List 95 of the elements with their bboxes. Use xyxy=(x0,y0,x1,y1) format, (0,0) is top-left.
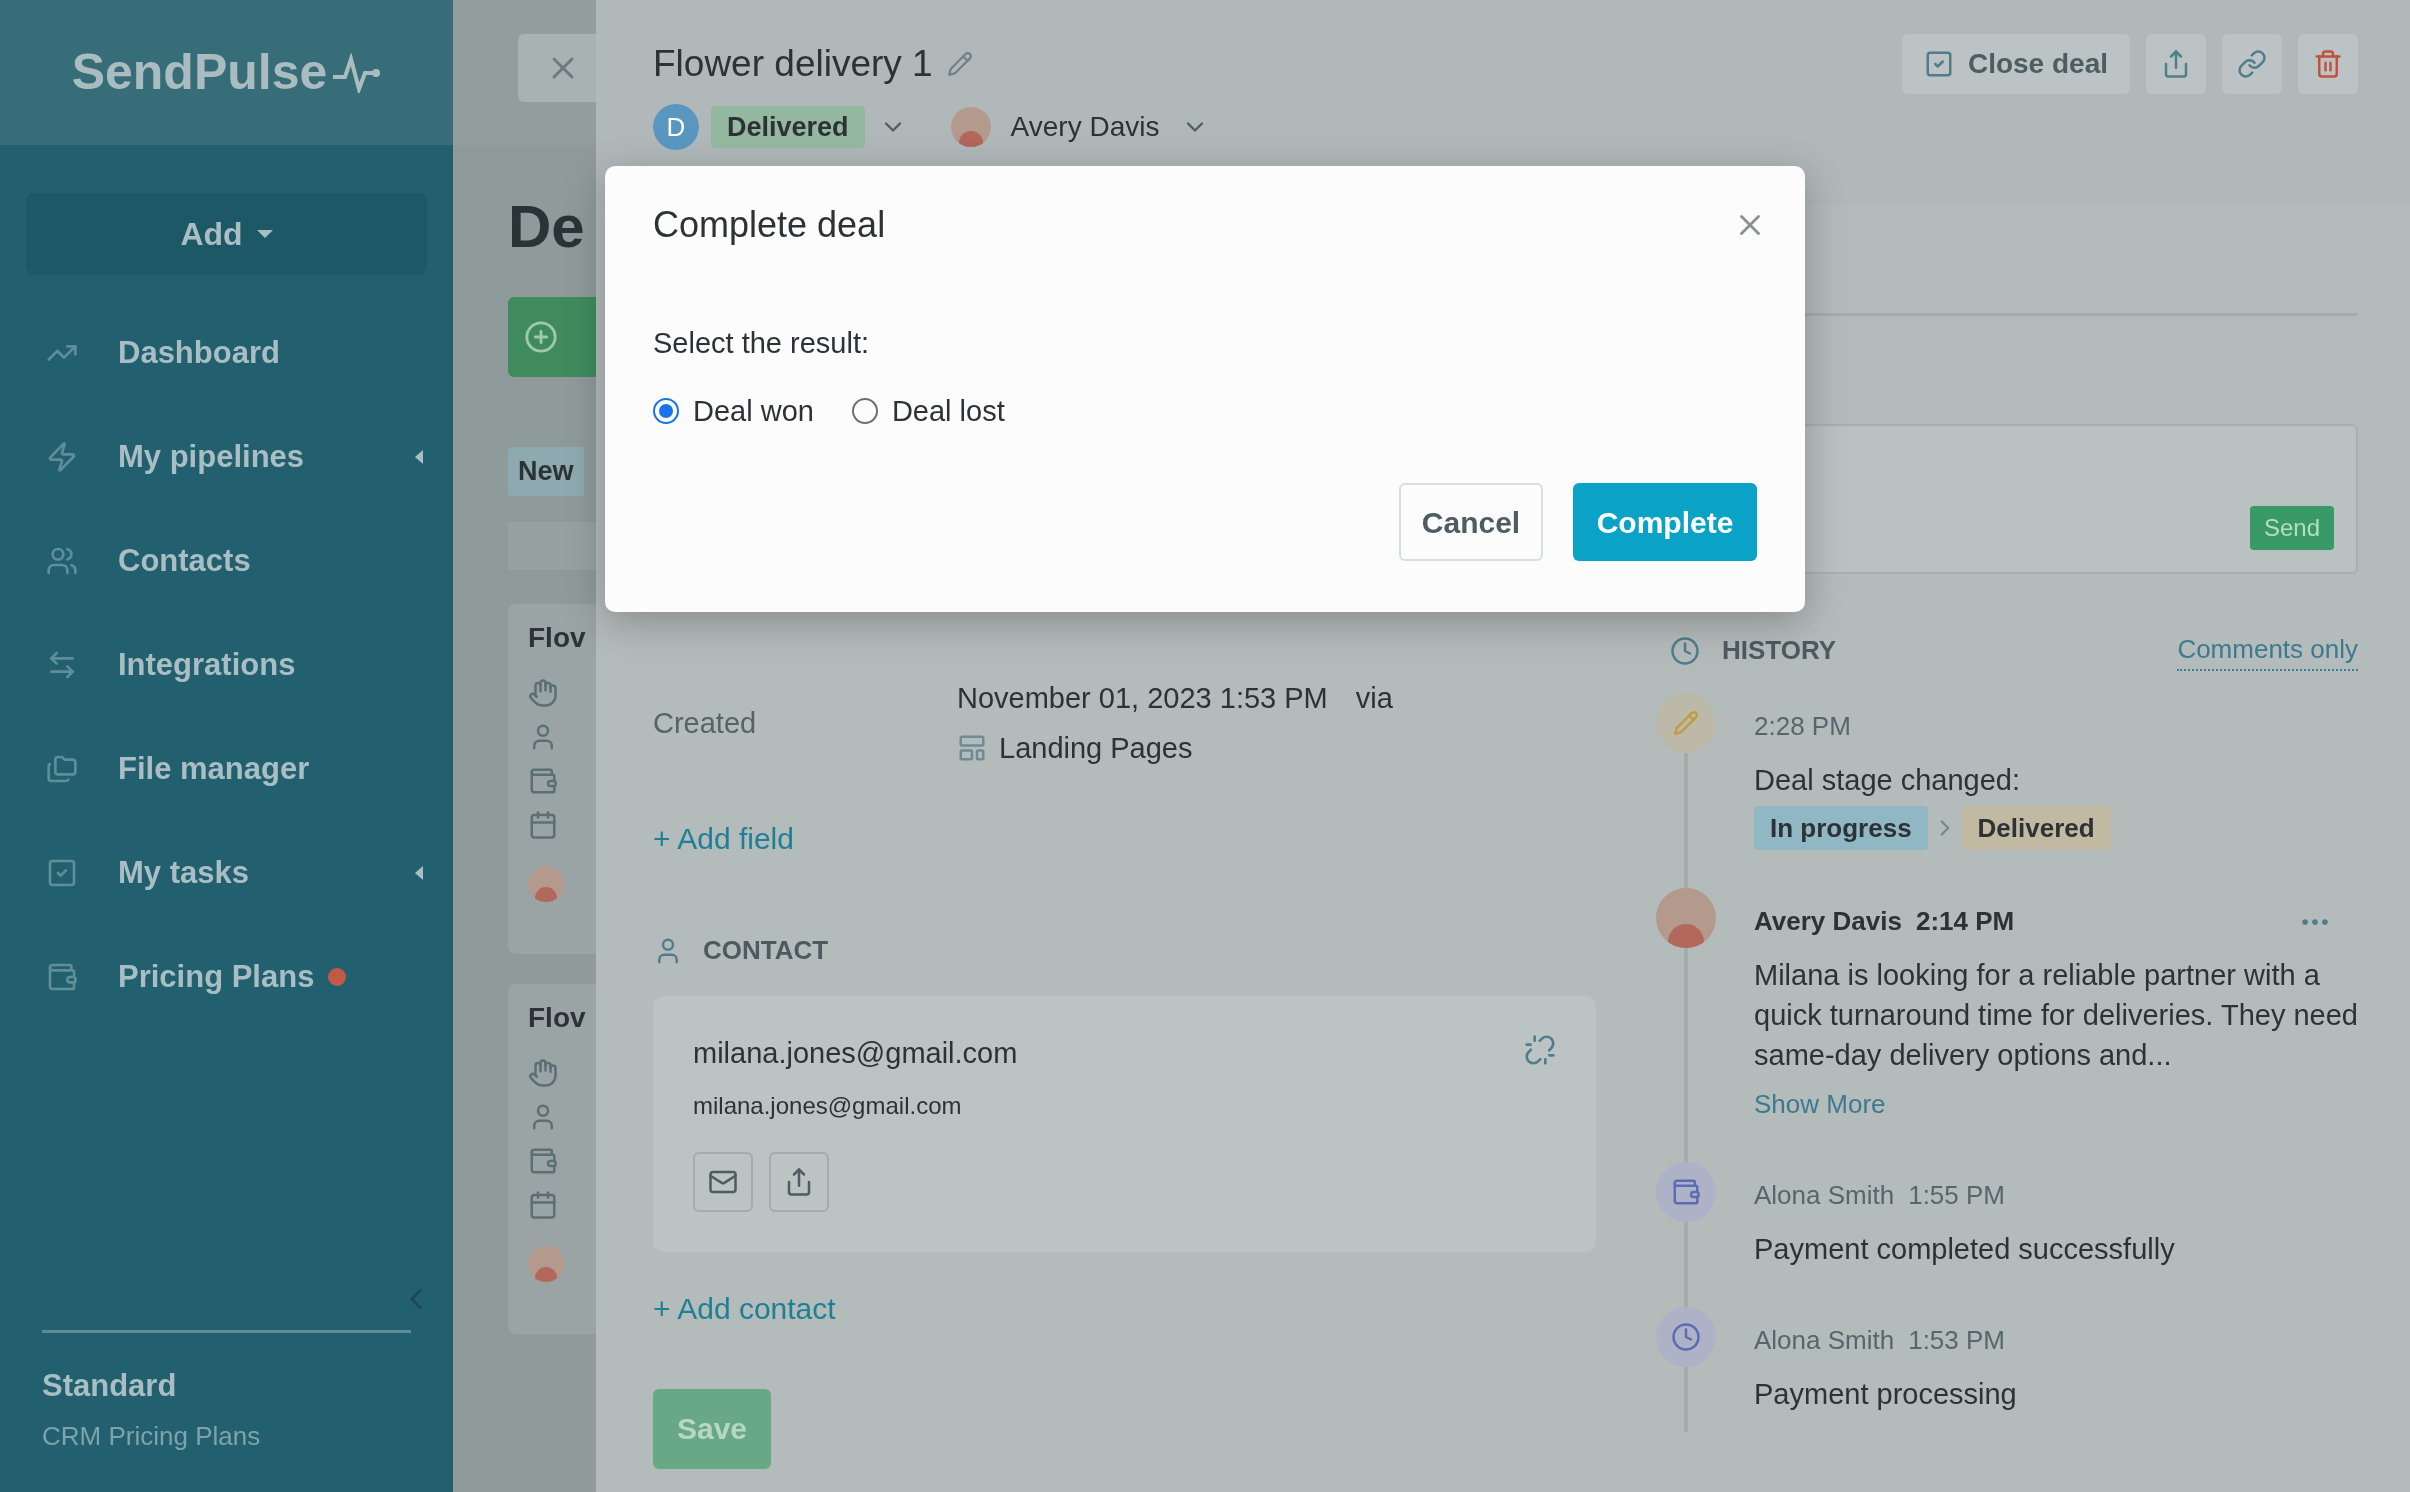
radio-icon xyxy=(653,398,679,425)
nav-label: My pipelines xyxy=(118,437,305,476)
logo: SendPulse xyxy=(71,43,328,102)
nav-label: My tasks xyxy=(118,853,249,892)
dialog-title: Complete deal xyxy=(653,203,886,247)
pencil-icon xyxy=(1673,710,1699,736)
deal-card[interactable]: Flov xyxy=(508,983,596,1334)
close-button[interactable] xyxy=(518,34,596,102)
result-radio[interactable]: Deal lost xyxy=(851,389,1005,433)
add-contact-link[interactable]: + Add contact xyxy=(653,1285,836,1331)
complete-button[interactable]: Complete xyxy=(1573,483,1757,561)
calendar-icon xyxy=(528,1189,558,1220)
dialog-prompt: Select the result: xyxy=(653,326,870,361)
link-icon xyxy=(2237,49,2267,79)
deal-card[interactable]: Flov xyxy=(508,603,596,954)
nav-label: Pricing Plans xyxy=(118,957,315,996)
stage-dropdown[interactable]: Delivered xyxy=(711,106,865,148)
avatar xyxy=(1656,888,1716,948)
stage-tag: In progress xyxy=(1754,806,1928,850)
event-text: Deal stage changed: xyxy=(1754,763,2022,798)
hand-icon xyxy=(528,1057,558,1088)
show-more-link[interactable]: Show More xyxy=(1754,1085,1886,1124)
deal-title: Flower delivery 1 xyxy=(653,42,933,87)
event-text: Payment completed successfully xyxy=(1754,1232,2176,1267)
plan-name: Standard xyxy=(42,1366,178,1405)
nav-label: Dashboard xyxy=(118,333,280,372)
email-button[interactable] xyxy=(693,1151,753,1212)
field-label: Created xyxy=(653,705,758,741)
contact-email: milana.jones@gmail.com xyxy=(693,1090,963,1121)
avatar xyxy=(528,865,564,902)
add-field-link[interactable]: + Add field xyxy=(653,816,794,861)
pulse-icon xyxy=(331,52,382,93)
event-text: Payment processing xyxy=(1754,1377,2018,1412)
nav-item[interactable]: My tasks xyxy=(0,821,453,925)
clock-icon xyxy=(1670,635,1700,666)
contact-name[interactable]: milana.jones@gmail.com xyxy=(693,1032,1556,1076)
comment-author: Avery Davis xyxy=(1754,905,1902,938)
event-time: 2:28 PM xyxy=(1754,710,1851,743)
people-icon xyxy=(46,545,78,577)
calendar-icon xyxy=(528,809,558,840)
add-deal-button[interactable] xyxy=(508,297,596,377)
share-button[interactable] xyxy=(769,1151,829,1212)
folder-icon xyxy=(46,753,78,785)
plan-subtitle: CRM Pricing Plans xyxy=(42,1420,262,1453)
plus-icon xyxy=(524,320,558,354)
owner-name[interactable]: Avery Davis xyxy=(1010,106,1160,148)
nav-item[interactable]: Integrations xyxy=(0,613,453,717)
stage-tab[interactable]: New xyxy=(508,447,584,496)
stage-initial: D xyxy=(653,104,699,150)
section-heading: HISTORY xyxy=(1722,634,1837,667)
nav-label: File manager xyxy=(118,749,310,788)
lightning-icon xyxy=(46,441,78,473)
event-author: Alona Smith xyxy=(1754,1179,1895,1212)
section-heading: CONTACT xyxy=(703,934,829,967)
via-label: via xyxy=(1355,681,1393,716)
nav-item[interactable]: Contacts xyxy=(0,509,453,613)
card-title: Flov xyxy=(528,623,587,652)
radio-icon xyxy=(851,398,878,425)
clock-icon xyxy=(1671,1322,1701,1352)
result-radio[interactable]: Deal won xyxy=(653,389,814,433)
nav-label: Integrations xyxy=(118,645,296,684)
landing-page-icon xyxy=(957,733,987,764)
close-deal-button[interactable]: Close deal xyxy=(1901,34,2130,94)
event-author: Alona Smith xyxy=(1754,1324,1895,1357)
trash-icon xyxy=(2313,49,2343,79)
add-button[interactable]: Add xyxy=(26,193,427,275)
link-button[interactable] xyxy=(2222,34,2282,94)
source-label: Landing Pages xyxy=(999,730,1193,766)
nav-label: Contacts xyxy=(118,541,251,580)
event-time: 1:55 PM xyxy=(1908,1179,2005,1212)
card-title: Flov xyxy=(528,1003,587,1032)
nav-item[interactable]: Dashboard xyxy=(0,301,453,405)
caret-icon xyxy=(256,230,273,238)
avatar xyxy=(528,1245,564,1282)
nav-item[interactable]: File manager xyxy=(0,717,453,821)
event-text: Milana is looking for a reliable partner with a quick turnaround time for deliveries. They need same-day delivery options and... xyxy=(1754,958,2358,1073)
event-time: 1:53 PM xyxy=(1908,1324,2005,1357)
stage-tag: Delivered xyxy=(1961,806,2111,850)
comments-filter-link[interactable]: Comments only xyxy=(2177,630,2358,671)
unlink-icon[interactable] xyxy=(1524,1034,1556,1066)
page-title: De xyxy=(508,197,586,257)
send-button[interactable]: Send xyxy=(2249,506,2334,550)
checkbox-icon xyxy=(46,857,78,889)
wallet-icon xyxy=(46,961,78,993)
avatar xyxy=(950,107,991,147)
share-button[interactable] xyxy=(2146,34,2206,94)
comment-time: 2:14 PM xyxy=(1915,905,2015,938)
hand-icon xyxy=(528,677,558,708)
cancel-button[interactable]: Cancel xyxy=(1399,483,1543,561)
edit-icon[interactable] xyxy=(946,51,973,77)
nav-item[interactable]: My pipelines xyxy=(0,405,453,509)
delete-button[interactable] xyxy=(2298,34,2358,94)
field-value: November 01, 2023 1:53 PM xyxy=(957,681,1328,716)
nav-item[interactable]: Pricing Plans xyxy=(0,925,453,1029)
wallet-icon xyxy=(1671,1177,1701,1207)
